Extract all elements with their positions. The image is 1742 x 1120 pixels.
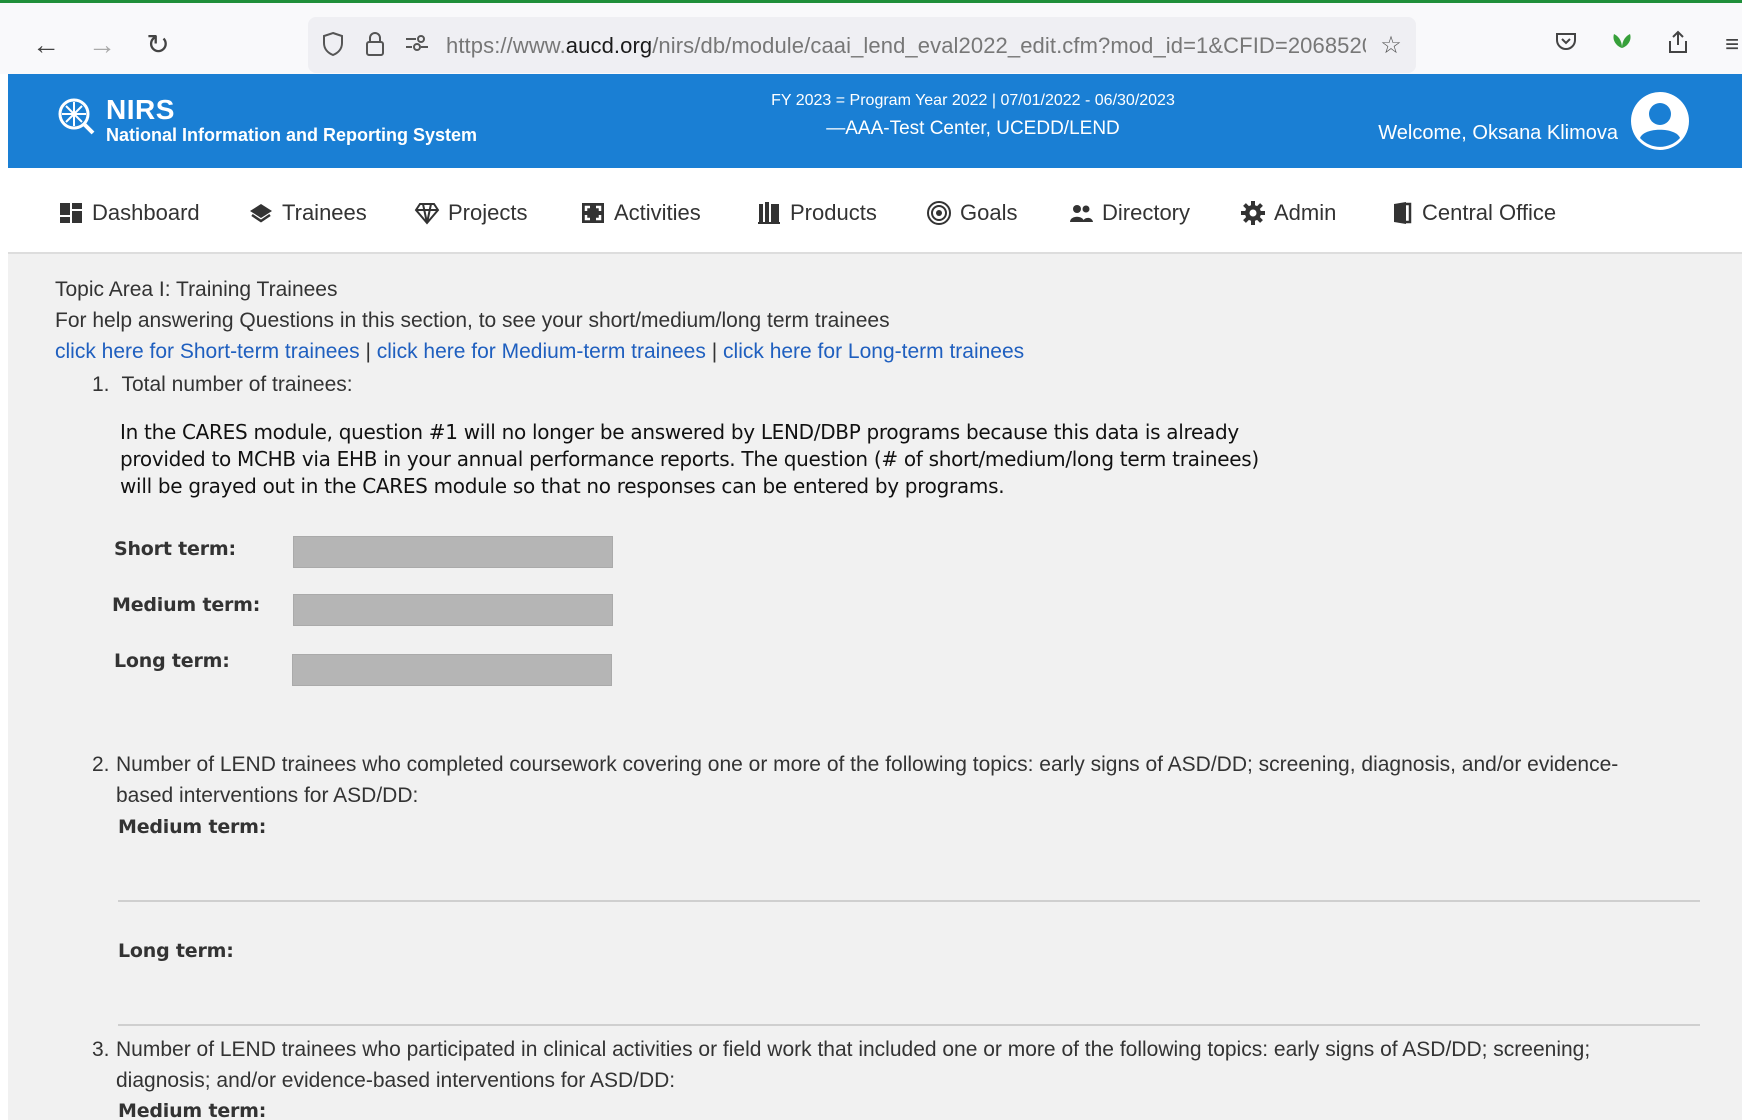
bookmark-star-icon[interactable]: ☆	[1376, 31, 1406, 61]
nav-dashboard[interactable]: Dashboard	[58, 198, 200, 228]
app-header: NIRS National Information and Reporting …	[8, 74, 1742, 168]
question-text-cont: diagnosis; and/or evidence-based interve…	[116, 1069, 676, 1092]
nav-goals[interactable]: Goals	[926, 198, 1017, 228]
notice-line: In the CARES module, question #1 will no…	[120, 420, 1239, 444]
expand-icon	[580, 200, 606, 226]
url-text[interactable]: https://www.aucd.org/nirs/db/module/caai…	[446, 33, 1366, 59]
nav-trainees[interactable]: Trainees	[248, 198, 367, 228]
center-name: —AAA-Test Center, UCEDD/LEND	[826, 118, 1120, 139]
medium-term-link[interactable]: click here for Medium-term trainees	[377, 340, 706, 363]
door-icon	[1388, 200, 1414, 226]
logo-title[interactable]: NIRS	[106, 94, 175, 126]
nav-projects[interactable]: Projects	[414, 198, 527, 228]
browser-toolbar: ← → ↻ https://www.aucd.org/nirs/db/modul…	[0, 3, 1742, 74]
dashboard-icon	[58, 200, 84, 226]
lock-icon[interactable]	[360, 31, 390, 61]
q2-medium-term-input[interactable]	[118, 900, 1700, 902]
forward-arrow-icon[interactable]: →	[84, 27, 120, 63]
q2-long-term-input[interactable]	[118, 1024, 1700, 1026]
back-arrow-icon[interactable]: ←	[28, 27, 64, 63]
long-term-label: Long term:	[114, 650, 230, 672]
question-text: Number of LEND trainees who completed co…	[116, 753, 1619, 776]
question-2: 2. Number of LEND trainees who completed …	[92, 749, 1712, 811]
topic-title: Topic Area I: Training Trainees	[55, 278, 338, 301]
nav-directory[interactable]: Directory	[1068, 198, 1190, 228]
extension-leaf-icon[interactable]	[1606, 29, 1638, 61]
main-content: Topic Area I: Training Trainees For help…	[8, 254, 1742, 1120]
question-text: Total number of trainees:	[121, 373, 353, 396]
share-icon[interactable]	[1662, 29, 1694, 61]
short-term-label: Short term:	[114, 538, 236, 560]
question-text-cont: based interventions for ASD/DD:	[116, 784, 419, 807]
reload-icon[interactable]: ↻	[140, 27, 176, 63]
address-bar[interactable]: https://www.aucd.org/nirs/db/module/caai…	[308, 17, 1416, 73]
trainee-links: click here for Short-term trainees | cli…	[55, 340, 1024, 364]
long-term-link[interactable]: click here for Long-term trainees	[723, 340, 1024, 363]
people-icon	[1068, 200, 1094, 226]
short-term-link[interactable]: click here for Short-term trainees	[55, 340, 360, 363]
question-1: 1. Total number of trainees:	[92, 369, 1712, 400]
q3-medium-term-label: Medium term:	[118, 1100, 267, 1120]
medium-term-input	[293, 594, 613, 626]
long-term-input	[292, 654, 612, 686]
nav-label: Admin	[1274, 200, 1337, 225]
nav-activities[interactable]: Activities	[580, 198, 701, 228]
user-avatar-icon[interactable]	[1631, 92, 1689, 150]
question-number: 1.	[92, 373, 110, 396]
nav-label: Directory	[1102, 200, 1191, 225]
question-3: 3. Number of LEND trainees who participat…	[92, 1034, 1712, 1096]
layers-icon	[248, 200, 274, 226]
question-number: 3.	[92, 1038, 110, 1061]
gear-icon	[1240, 200, 1266, 226]
medium-term-label: Medium term:	[112, 594, 261, 616]
diamond-icon	[414, 200, 440, 226]
q2-long-term-label: Long term:	[118, 940, 234, 962]
short-term-input	[293, 536, 613, 568]
menu-icon[interactable]: ≡	[1716, 29, 1742, 61]
nav-label: Goals	[960, 200, 1018, 225]
notice-line: provided to MCHB via EHB in your annual …	[120, 447, 1259, 471]
nav-label: Projects	[448, 200, 528, 225]
q1-notice: In the CARES module, question #1 will no…	[120, 419, 1320, 500]
logo-subtitle: National Information and Reporting Syste…	[106, 125, 478, 145]
link-separator: |	[711, 340, 718, 363]
nirs-logo-icon[interactable]	[56, 96, 96, 136]
permissions-icon[interactable]	[402, 31, 432, 61]
question-text: Number of LEND trainees who participated…	[116, 1038, 1591, 1061]
nav-label: Dashboard	[92, 200, 200, 225]
nav-label: Central Office	[1422, 200, 1557, 225]
q2-medium-term-label: Medium term:	[118, 816, 267, 838]
nav-label: Trainees	[282, 200, 367, 225]
nav-products[interactable]: Products	[756, 198, 877, 228]
nav-admin[interactable]: Admin	[1240, 198, 1336, 228]
question-number: 2.	[92, 753, 110, 776]
notice-line: will be grayed out in the CARES module s…	[120, 474, 1005, 498]
fiscal-year-text: FY 2023 = Program Year 2022 | 07/01/2022…	[771, 92, 1175, 109]
main-nav: Dashboard Trainees Projects Activities P…	[8, 168, 1742, 254]
nav-label: Activities	[614, 200, 701, 225]
nav-central-office[interactable]: Central Office	[1388, 198, 1556, 228]
target-icon	[926, 200, 952, 226]
help-text: For help answering Questions in this sec…	[55, 309, 890, 332]
pocket-icon[interactable]	[1550, 29, 1582, 61]
book-icon	[756, 200, 782, 226]
link-separator: |	[365, 340, 371, 363]
shield-icon[interactable]	[318, 31, 348, 61]
welcome-text: Welcome, Oksana Klimova	[1378, 122, 1618, 144]
nav-label: Products	[790, 200, 877, 225]
